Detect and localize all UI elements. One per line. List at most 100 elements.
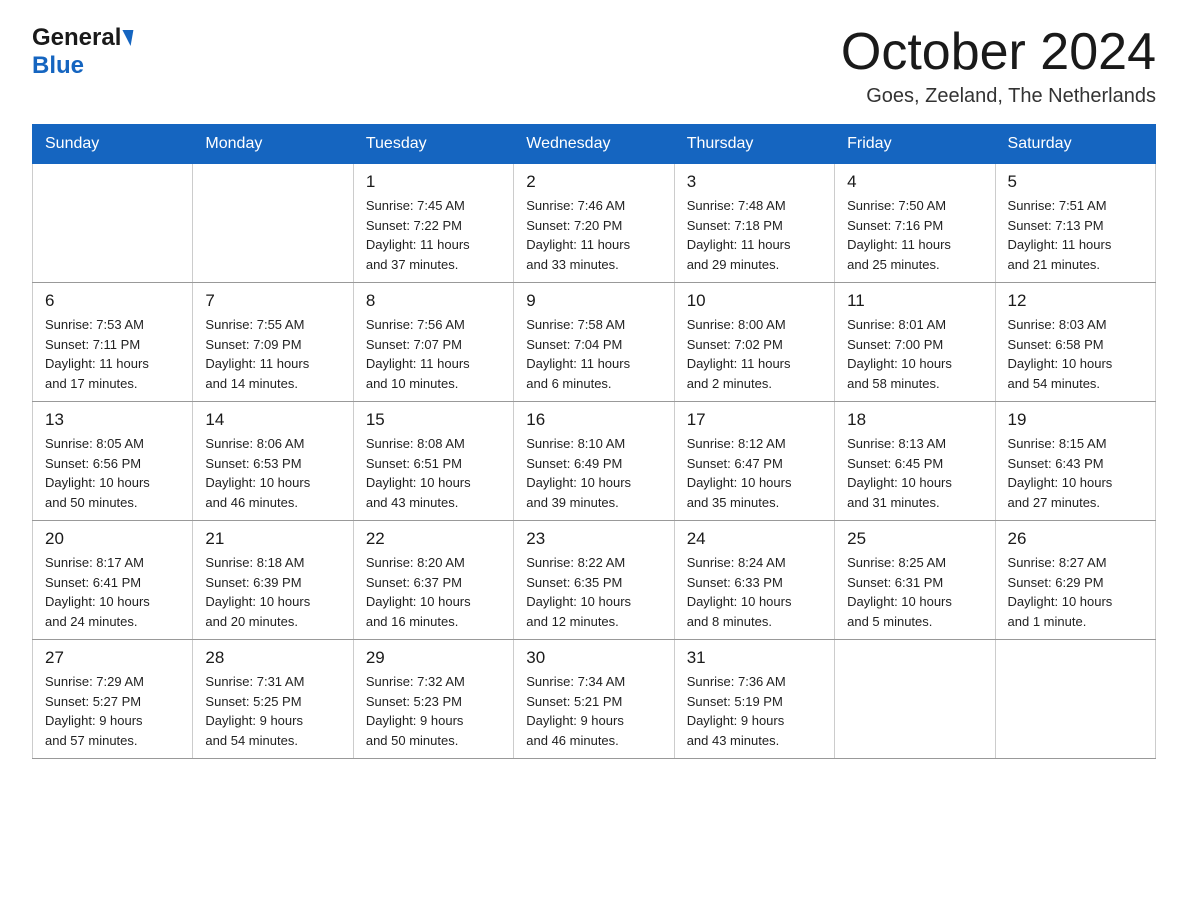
calendar-day-cell — [193, 164, 353, 283]
calendar-day-header: Tuesday — [353, 125, 513, 164]
day-info: Sunrise: 7:34 AM Sunset: 5:21 PM Dayligh… — [526, 672, 661, 750]
calendar-day-cell: 3Sunrise: 7:48 AM Sunset: 7:18 PM Daylig… — [674, 164, 834, 283]
calendar-day-cell: 1Sunrise: 7:45 AM Sunset: 7:22 PM Daylig… — [353, 164, 513, 283]
day-info: Sunrise: 8:27 AM Sunset: 6:29 PM Dayligh… — [1008, 553, 1143, 631]
day-info: Sunrise: 8:18 AM Sunset: 6:39 PM Dayligh… — [205, 553, 340, 631]
day-number: 28 — [205, 648, 340, 668]
day-info: Sunrise: 7:32 AM Sunset: 5:23 PM Dayligh… — [366, 672, 501, 750]
day-info: Sunrise: 8:03 AM Sunset: 6:58 PM Dayligh… — [1008, 315, 1143, 393]
day-info: Sunrise: 8:25 AM Sunset: 6:31 PM Dayligh… — [847, 553, 982, 631]
day-info: Sunrise: 7:50 AM Sunset: 7:16 PM Dayligh… — [847, 196, 982, 274]
day-number: 31 — [687, 648, 822, 668]
day-number: 5 — [1008, 172, 1143, 192]
day-number: 7 — [205, 291, 340, 311]
calendar-day-header: Saturday — [995, 125, 1155, 164]
day-info: Sunrise: 7:58 AM Sunset: 7:04 PM Dayligh… — [526, 315, 661, 393]
calendar-day-cell: 7 Sunrise: 7:55 AM Sunset: 7:09 PM Daylig… — [193, 283, 353, 402]
calendar-day-cell: 25 Sunrise: 8:25 AM Sunset: 6:31 PM Dayli… — [835, 521, 995, 640]
calendar-day-cell: 23 Sunrise: 8:22 AM Sunset: 6:35 PM Dayli… — [514, 521, 674, 640]
calendar-day-cell: 17 Sunrise: 8:12 AM Sunset: 6:47 PM Dayli… — [674, 402, 834, 521]
day-info: Sunrise: 8:01 AM Sunset: 7:00 PM Dayligh… — [847, 315, 982, 393]
calendar-day-cell: 30 Sunrise: 7:34 AM Sunset: 5:21 PM Dayli… — [514, 640, 674, 759]
calendar-week-row: 20Sunrise: 8:17 AM Sunset: 6:41 PM Dayli… — [33, 521, 1156, 640]
calendar-header-row: SundayMondayTuesdayWednesdayThursdayFrid… — [33, 125, 1156, 164]
calendar-day-header: Sunday — [33, 125, 193, 164]
day-number: 23 — [526, 529, 661, 549]
day-number: 18 — [847, 410, 982, 430]
day-number: 17 — [687, 410, 822, 430]
day-info: Sunrise: 8:22 AM Sunset: 6:35 PM Dayligh… — [526, 553, 661, 631]
day-info: Sunrise: 7:48 AM Sunset: 7:18 PM Dayligh… — [687, 196, 822, 274]
location-subtitle: Goes, Zeeland, The Netherlands — [841, 85, 1156, 108]
day-info: Sunrise: 8:05 AM Sunset: 6:56 PM Dayligh… — [45, 434, 180, 512]
day-number: 19 — [1008, 410, 1143, 430]
page-header: General Blue October 2024 Goes, Zeeland,… — [32, 24, 1156, 108]
calendar-day-cell: 19 Sunrise: 8:15 AM Sunset: 6:43 PM Dayli… — [995, 402, 1155, 521]
day-info: Sunrise: 8:17 AM Sunset: 6:41 PM Dayligh… — [45, 553, 180, 631]
month-year-title: October 2024 — [841, 24, 1156, 81]
day-info: Sunrise: 7:55 AM Sunset: 7:09 PM Dayligh… — [205, 315, 340, 393]
day-number: 22 — [366, 529, 501, 549]
calendar-day-cell: 9 Sunrise: 7:58 AM Sunset: 7:04 PM Daylig… — [514, 283, 674, 402]
day-number: 25 — [847, 529, 982, 549]
calendar-day-cell: 29 Sunrise: 7:32 AM Sunset: 5:23 PM Dayli… — [353, 640, 513, 759]
calendar-day-cell: 10 Sunrise: 8:00 AM Sunset: 7:02 PM Dayli… — [674, 283, 834, 402]
calendar-day-cell: 20Sunrise: 8:17 AM Sunset: 6:41 PM Dayli… — [33, 521, 193, 640]
calendar-day-cell — [33, 164, 193, 283]
day-number: 16 — [526, 410, 661, 430]
day-number: 24 — [687, 529, 822, 549]
day-number: 10 — [687, 291, 822, 311]
calendar-week-row: 1Sunrise: 7:45 AM Sunset: 7:22 PM Daylig… — [33, 164, 1156, 283]
day-number: 9 — [526, 291, 661, 311]
logo-arrow-icon — [120, 30, 134, 46]
calendar-day-cell: 4 Sunrise: 7:50 AM Sunset: 7:16 PM Daylig… — [835, 164, 995, 283]
day-info: Sunrise: 8:10 AM Sunset: 6:49 PM Dayligh… — [526, 434, 661, 512]
day-info: Sunrise: 8:06 AM Sunset: 6:53 PM Dayligh… — [205, 434, 340, 512]
calendar-day-cell: 27Sunrise: 7:29 AM Sunset: 5:27 PM Dayli… — [33, 640, 193, 759]
day-info: Sunrise: 7:45 AM Sunset: 7:22 PM Dayligh… — [366, 196, 501, 274]
calendar-day-header: Wednesday — [514, 125, 674, 164]
day-info: Sunrise: 7:53 AM Sunset: 7:11 PM Dayligh… — [45, 315, 180, 393]
calendar-day-cell: 12 Sunrise: 8:03 AM Sunset: 6:58 PM Dayli… — [995, 283, 1155, 402]
calendar-table: SundayMondayTuesdayWednesdayThursdayFrid… — [32, 124, 1156, 759]
calendar-day-header: Thursday — [674, 125, 834, 164]
day-info: Sunrise: 7:51 AM Sunset: 7:13 PM Dayligh… — [1008, 196, 1143, 274]
day-number: 4 — [847, 172, 982, 192]
day-number: 13 — [45, 410, 180, 430]
day-info: Sunrise: 8:12 AM Sunset: 6:47 PM Dayligh… — [687, 434, 822, 512]
day-info: Sunrise: 7:31 AM Sunset: 5:25 PM Dayligh… — [205, 672, 340, 750]
calendar-day-cell: 16 Sunrise: 8:10 AM Sunset: 6:49 PM Dayli… — [514, 402, 674, 521]
calendar-day-cell: 6Sunrise: 7:53 AM Sunset: 7:11 PM Daylig… — [33, 283, 193, 402]
logo: General Blue — [32, 24, 132, 80]
day-number: 29 — [366, 648, 501, 668]
day-info: Sunrise: 8:15 AM Sunset: 6:43 PM Dayligh… — [1008, 434, 1143, 512]
day-number: 2 — [526, 172, 661, 192]
calendar-day-cell: 13 Sunrise: 8:05 AM Sunset: 6:56 PM Dayli… — [33, 402, 193, 521]
calendar-day-cell: 24 Sunrise: 8:24 AM Sunset: 6:33 PM Dayli… — [674, 521, 834, 640]
day-info: Sunrise: 7:56 AM Sunset: 7:07 PM Dayligh… — [366, 315, 501, 393]
day-number: 26 — [1008, 529, 1143, 549]
day-info: Sunrise: 8:20 AM Sunset: 6:37 PM Dayligh… — [366, 553, 501, 631]
calendar-day-cell: 15 Sunrise: 8:08 AM Sunset: 6:51 PM Dayli… — [353, 402, 513, 521]
day-number: 8 — [366, 291, 501, 311]
day-number: 15 — [366, 410, 501, 430]
day-info: Sunrise: 7:36 AM Sunset: 5:19 PM Dayligh… — [687, 672, 822, 750]
calendar-day-header: Monday — [193, 125, 353, 164]
day-info: Sunrise: 8:00 AM Sunset: 7:02 PM Dayligh… — [687, 315, 822, 393]
calendar-day-cell — [835, 640, 995, 759]
day-number: 21 — [205, 529, 340, 549]
title-section: October 2024 Goes, Zeeland, The Netherla… — [841, 24, 1156, 108]
day-number: 12 — [1008, 291, 1143, 311]
day-info: Sunrise: 8:08 AM Sunset: 6:51 PM Dayligh… — [366, 434, 501, 512]
calendar-week-row: 6Sunrise: 7:53 AM Sunset: 7:11 PM Daylig… — [33, 283, 1156, 402]
calendar-day-cell — [995, 640, 1155, 759]
calendar-day-cell: 22 Sunrise: 8:20 AM Sunset: 6:37 PM Dayli… — [353, 521, 513, 640]
logo-blue-text: Blue — [32, 52, 84, 79]
calendar-day-cell: 18Sunrise: 8:13 AM Sunset: 6:45 PM Dayli… — [835, 402, 995, 521]
day-number: 14 — [205, 410, 340, 430]
day-number: 30 — [526, 648, 661, 668]
calendar-day-cell: 31 Sunrise: 7:36 AM Sunset: 5:19 PM Dayli… — [674, 640, 834, 759]
day-info: Sunrise: 8:24 AM Sunset: 6:33 PM Dayligh… — [687, 553, 822, 631]
calendar-week-row: 13 Sunrise: 8:05 AM Sunset: 6:56 PM Dayli… — [33, 402, 1156, 521]
calendar-day-cell: 14 Sunrise: 8:06 AM Sunset: 6:53 PM Dayli… — [193, 402, 353, 521]
